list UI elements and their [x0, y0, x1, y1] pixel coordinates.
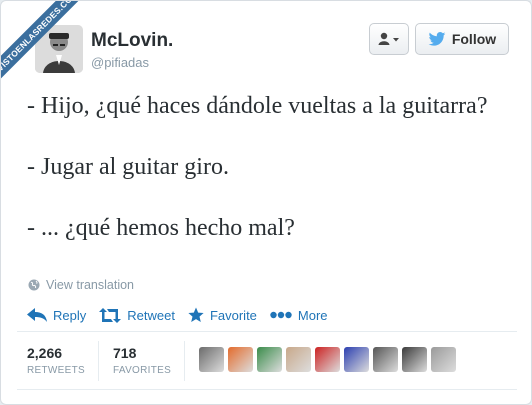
divider: [17, 389, 517, 390]
favoriter-avatar[interactable]: [373, 347, 398, 372]
more-label: More: [297, 307, 328, 323]
follow-button[interactable]: Follow: [415, 23, 509, 55]
retweet-icon: [99, 307, 122, 323]
watermark-ribbon: VISTOENLASREDES.COM: [1, 1, 81, 81]
favoriter-avatar[interactable]: [344, 347, 369, 372]
favorites-stat[interactable]: 718 FAVORITES: [113, 345, 171, 376]
favoriter-avatar[interactable]: [315, 347, 340, 372]
favoriter-avatar[interactable]: [257, 347, 282, 372]
view-translation-label: View translation: [46, 278, 135, 292]
display-name[interactable]: McLovin.: [91, 30, 173, 52]
user-actions-button[interactable]: [369, 23, 409, 55]
more-dots-icon: [270, 311, 292, 319]
favoriter-avatar[interactable]: [228, 347, 253, 372]
retweet-label: Retweet: [127, 307, 175, 323]
tweet-line: - ... ¿qué hemos hecho mal?: [27, 215, 295, 241]
retweets-label: RETWEETS: [27, 365, 85, 376]
user-dropdown-icon: [378, 32, 399, 45]
favoriter-avatar[interactable]: [286, 347, 311, 372]
divider: [98, 341, 99, 381]
retweets-stat[interactable]: 2,266 RETWEETS: [27, 345, 85, 376]
reply-button[interactable]: Reply: [27, 308, 86, 323]
divider: [184, 341, 185, 381]
favorite-label: Favorite: [209, 307, 257, 323]
favorites-label: FAVORITES: [113, 365, 172, 376]
follow-label: Follow: [451, 31, 497, 47]
favoriter-avatar[interactable]: [431, 347, 456, 372]
globe-icon: [28, 279, 40, 291]
retweets-count: 2,266: [27, 345, 63, 361]
watermark-text: VISTOENLASREDES.COM: [1, 1, 81, 81]
more-button[interactable]: More: [270, 308, 328, 323]
tweet-line: - Jugar al guitar giro.: [27, 154, 229, 180]
tweet-card: VISTOENLASREDES.COM McLovin. @pifiadas F…: [0, 0, 532, 405]
twitter-bird-icon: [428, 32, 446, 46]
star-icon: [188, 307, 204, 322]
tweet-actions: Reply Retweet Favorite More: [27, 307, 341, 323]
tweet-line: - Hijo, ¿qué haces dándole vueltas a la …: [27, 93, 488, 119]
favorites-count: 718: [113, 345, 137, 361]
favoriter-avatar[interactable]: [402, 347, 427, 372]
favorite-button[interactable]: Favorite: [188, 307, 257, 323]
tweet-text: - Hijo, ¿qué haces dándole vueltas a la …: [27, 91, 507, 274]
view-translation-link[interactable]: View translation: [28, 278, 134, 292]
reply-label: Reply: [53, 307, 87, 323]
user-handle[interactable]: @pifiadas: [91, 55, 149, 70]
favoriters-avatars: [199, 347, 460, 372]
retweet-button[interactable]: Retweet: [99, 307, 175, 323]
reply-icon: [27, 308, 47, 322]
favoriter-avatar[interactable]: [199, 347, 224, 372]
divider: [17, 331, 517, 332]
